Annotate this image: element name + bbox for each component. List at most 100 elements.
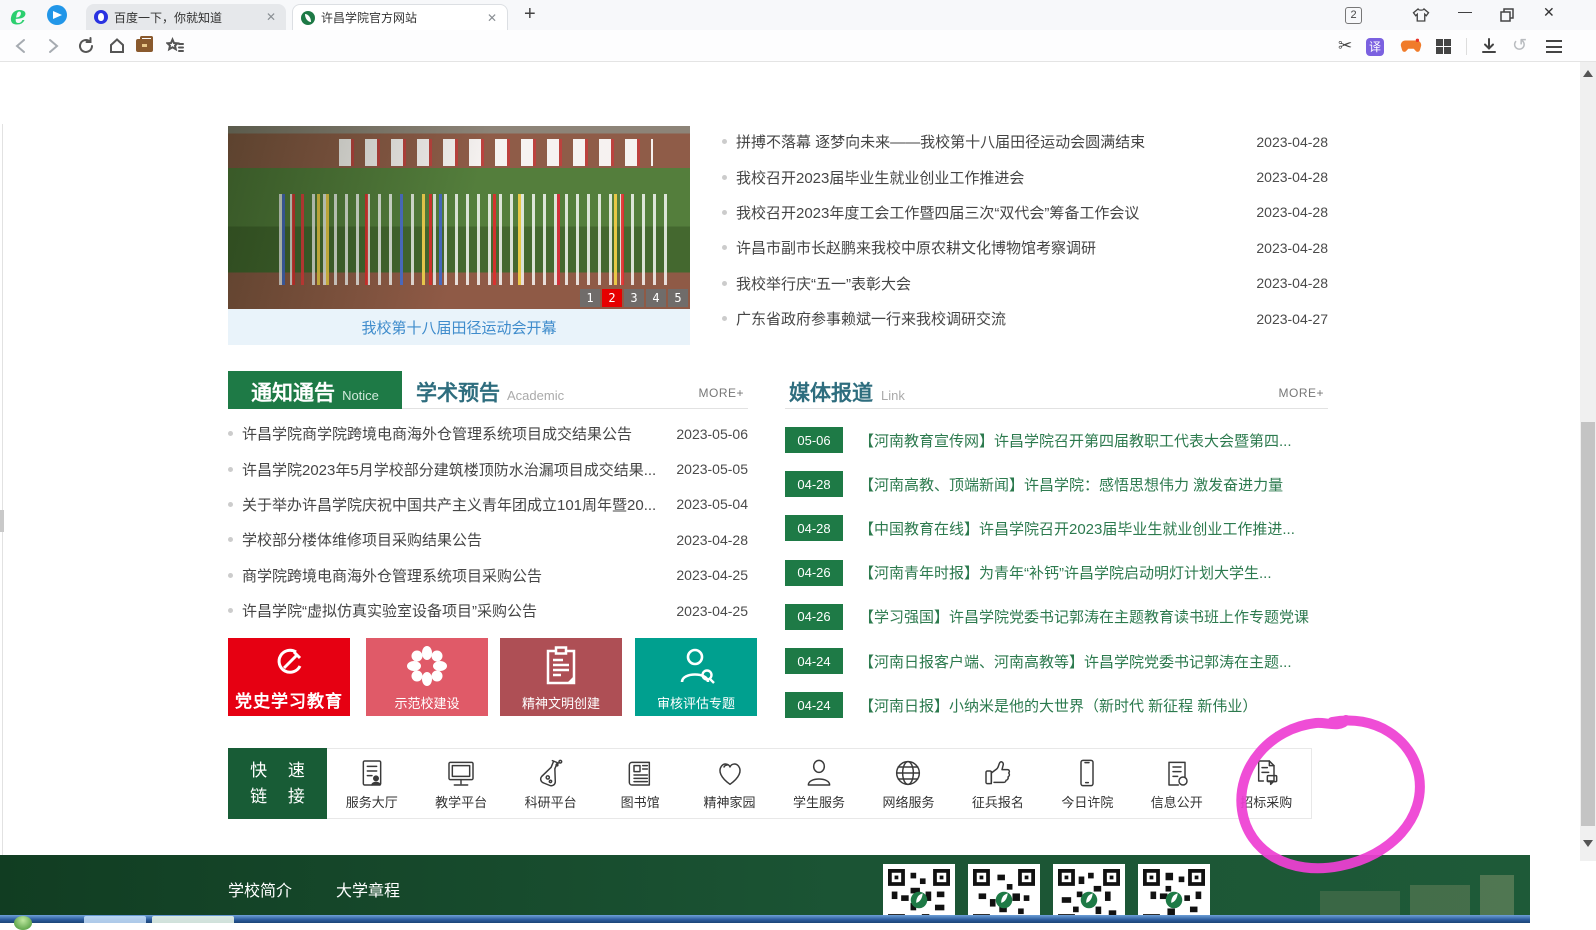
taskbar-window-button[interactable]	[152, 916, 234, 923]
media-link[interactable]: 【中国教育在线】许昌学院召开2023届毕业生就业创业工作推进...	[859, 518, 1295, 539]
page-scrollbar[interactable]	[1580, 62, 1596, 861]
banner-civilization[interactable]: 精神文明创建	[500, 638, 622, 716]
news-row: 我校召开2023年度工会工作暨四届三次“双代会”筹备工作会议2023-04-28	[722, 195, 1328, 230]
pager-1[interactable]: 1	[580, 289, 600, 307]
media-list: 05-06 【河南教育宣传网】许昌学院召开第四届教职工代表大会暨第四... 04-…	[785, 418, 1328, 727]
start-orb-icon[interactable]	[14, 916, 32, 930]
scroll-down-arrow-icon[interactable]	[1583, 840, 1593, 847]
restore-button[interactable]	[1500, 8, 1514, 22]
quicklink-student-services[interactable]: 学生服务	[774, 749, 863, 818]
notice-link[interactable]: 商学院跨境电商海外仓管理系统项目采购公告	[242, 565, 664, 586]
scroll-up-arrow-icon[interactable]	[1583, 70, 1593, 77]
quicklink-network-services[interactable]: 网络服务	[864, 749, 953, 818]
quicklink-info-disclosure[interactable]: 信息公开	[1132, 749, 1221, 818]
notice-link[interactable]: 许昌学院“虚拟仿真实验室设备项目”采购公告	[242, 600, 664, 621]
translate-icon[interactable]: 译	[1366, 38, 1384, 56]
home-button[interactable]	[108, 37, 126, 55]
bullet-icon	[228, 467, 233, 472]
carousel-caption[interactable]: 我校第十八届田径运动会开幕	[228, 309, 690, 345]
workspace-briefcase-icon[interactable]	[136, 39, 153, 52]
home-carousel-photo[interactable]: 1 2 3 4 5	[228, 126, 690, 309]
apps-grid-icon[interactable]	[1436, 39, 1451, 54]
media-more-link[interactable]: MORE+	[1278, 386, 1324, 400]
media-link[interactable]: 【河南青年时报】为青年“补钙”许昌学院启动明灯计划大学生...	[859, 562, 1272, 583]
qr-code-image	[1138, 864, 1210, 915]
notice-link[interactable]: 许昌学院2023年5月学校部分建筑楼顶防水治漏项目成交结果...	[242, 459, 664, 480]
tab-academic[interactable]: 学术预告 Academic	[416, 377, 564, 407]
media-link[interactable]: 【河南日报】小纳米是他的大世界（新时代 新征程 新伟业）	[859, 695, 1257, 716]
close-button[interactable]: ✕	[1543, 4, 1555, 21]
media-link[interactable]: 【河南教育宣传网】许昌学院召开第四届教职工代表大会暨第四...	[859, 430, 1292, 451]
notice-link[interactable]: 许昌学院商学院跨境电商海外仓管理系统项目成交结果公告	[242, 423, 664, 444]
xcu-favicon-icon	[301, 11, 315, 25]
pager-5[interactable]: 5	[668, 289, 688, 307]
news-link[interactable]: 许昌市副市长赵鹏来我校中原农耕文化博物馆考察调研	[736, 237, 1244, 258]
reload-button[interactable]	[77, 37, 95, 55]
forward-button[interactable]	[44, 37, 62, 55]
quicklink-today-xcu[interactable]: 今日许院	[1043, 749, 1132, 818]
windows-taskbar-sliver[interactable]	[0, 915, 1530, 923]
clipboard-icon	[543, 646, 579, 686]
media-link[interactable]: 【河南高教、顶端新闻】许昌学院：感悟思想伟力 激发奋进力量	[859, 474, 1283, 495]
browser-logo-icon[interactable]: e	[10, 1, 27, 31]
notice-date: 2023-05-04	[676, 496, 748, 512]
quicklink-teaching-platform[interactable]: 教学平台	[416, 749, 505, 818]
news-row: 许昌市副市长赵鹏来我校中原农耕文化博物馆考察调研2023-04-28	[722, 230, 1328, 265]
footer-link-charter[interactable]: 大学章程	[336, 877, 400, 901]
media-row: 04-24【河南日报客户端、河南高教等】许昌学院党委书记郭涛在主题...	[785, 639, 1328, 683]
new-tab-button[interactable]: +	[524, 3, 536, 26]
thumbs-up-icon	[982, 757, 1014, 789]
media-date-badge: 04-28	[785, 515, 843, 541]
media-date-badge: 05-06	[785, 427, 843, 453]
quicklink-spiritual-home[interactable]: 精神家园	[685, 749, 774, 818]
minimize-button[interactable]: —	[1458, 3, 1472, 19]
banner-party-history[interactable]: 党史学习教育	[228, 638, 350, 716]
tab-close-icon[interactable]: ✕	[485, 11, 499, 25]
messenger-icon[interactable]	[47, 5, 67, 25]
pager-3[interactable]: 3	[624, 289, 644, 307]
tab-close-icon[interactable]: ✕	[264, 10, 278, 24]
taskbar-window-button[interactable]	[84, 916, 146, 923]
notice-more-link[interactable]: MORE+	[698, 386, 744, 400]
news-link[interactable]: 我校举行庆“五一”表彰大会	[736, 273, 1244, 294]
game-center-icon[interactable]	[1400, 38, 1422, 54]
quicklink-research-platform[interactable]: 科研平台	[506, 749, 595, 818]
back-button[interactable]	[12, 37, 30, 55]
notice-link[interactable]: 学校部分楼体维修项目采购结果公告	[242, 529, 664, 550]
favorites-star-icon[interactable]	[166, 37, 184, 55]
browser-titlebar: e 百度一下，你就知道 ✕ 许昌学院官方网站 ✕ + 2 — ✕	[0, 0, 1596, 30]
qr-code-image	[883, 864, 955, 915]
news-link[interactable]: 我校召开2023年度工会工作暨四届三次“双代会”筹备工作会议	[736, 202, 1244, 223]
quicklink-library[interactable]: 图书馆	[595, 749, 684, 818]
quicklink-service-hall[interactable]: 服务大厅	[327, 749, 416, 818]
media-link[interactable]: 【学习强国】许昌学院党委书记郭涛在主题教育读书班上作专题党课	[859, 606, 1309, 627]
banner-assessment[interactable]: 审核评估专题	[635, 638, 757, 716]
quicklink-enlistment[interactable]: 征兵报名	[953, 749, 1042, 818]
pager-2-active[interactable]: 2	[602, 289, 622, 307]
tab-baidu[interactable]: 百度一下，你就知道 ✕	[86, 4, 286, 30]
media-row: 04-28【河南高教、顶端新闻】许昌学院：感悟思想伟力 激发奋进力量	[785, 462, 1328, 506]
side-panel-handle[interactable]	[0, 510, 4, 532]
news-link[interactable]: 拼搏不落幕 逐梦向未来——我校第十八届田径运动会圆满结束	[736, 131, 1244, 152]
downloads-icon[interactable]	[1480, 37, 1498, 55]
tab-xcu[interactable]: 许昌学院官方网站 ✕	[292, 4, 508, 30]
carousel-pager: 1 2 3 4 5	[580, 289, 688, 307]
tab-notice-active[interactable]: 通知通告 Notice	[228, 371, 402, 409]
news-link[interactable]: 广东省政府参事赖斌一行来我校调研交流	[736, 308, 1244, 329]
menu-hamburger-icon[interactable]	[1546, 40, 1562, 53]
screenshot-scissors-icon[interactable]: ✂	[1338, 36, 1352, 56]
footer-link-about[interactable]: 学校简介	[228, 877, 292, 901]
skin-tshirt-icon[interactable]	[1412, 7, 1430, 23]
pager-4[interactable]: 4	[646, 289, 666, 307]
service-hall-icon	[356, 757, 388, 789]
banner-model-school[interactable]: 示范校建设	[366, 638, 488, 716]
news-link[interactable]: 我校召开2023届毕业生就业创业工作推进会	[736, 167, 1244, 188]
media-link[interactable]: 【河南日报客户端、河南高教等】许昌学院党委书记郭涛在主题...	[859, 651, 1292, 672]
window-count-badge[interactable]: 2	[1345, 7, 1362, 24]
webpage-viewport: 1 2 3 4 5 我校第十八届田径运动会开幕 拼搏不落幕 逐梦向未来——我校第…	[0, 62, 1596, 861]
quicklink-bidding[interactable]: 招标采购	[1222, 749, 1311, 818]
notice-link[interactable]: 关于举办许昌学院庆祝中国共产主义青年团成立101周年暨20...	[242, 494, 664, 515]
doc-circle-icon	[1161, 757, 1193, 789]
scrollbar-thumb[interactable]	[1581, 422, 1595, 826]
undo-icon[interactable]: ↺	[1512, 35, 1527, 56]
